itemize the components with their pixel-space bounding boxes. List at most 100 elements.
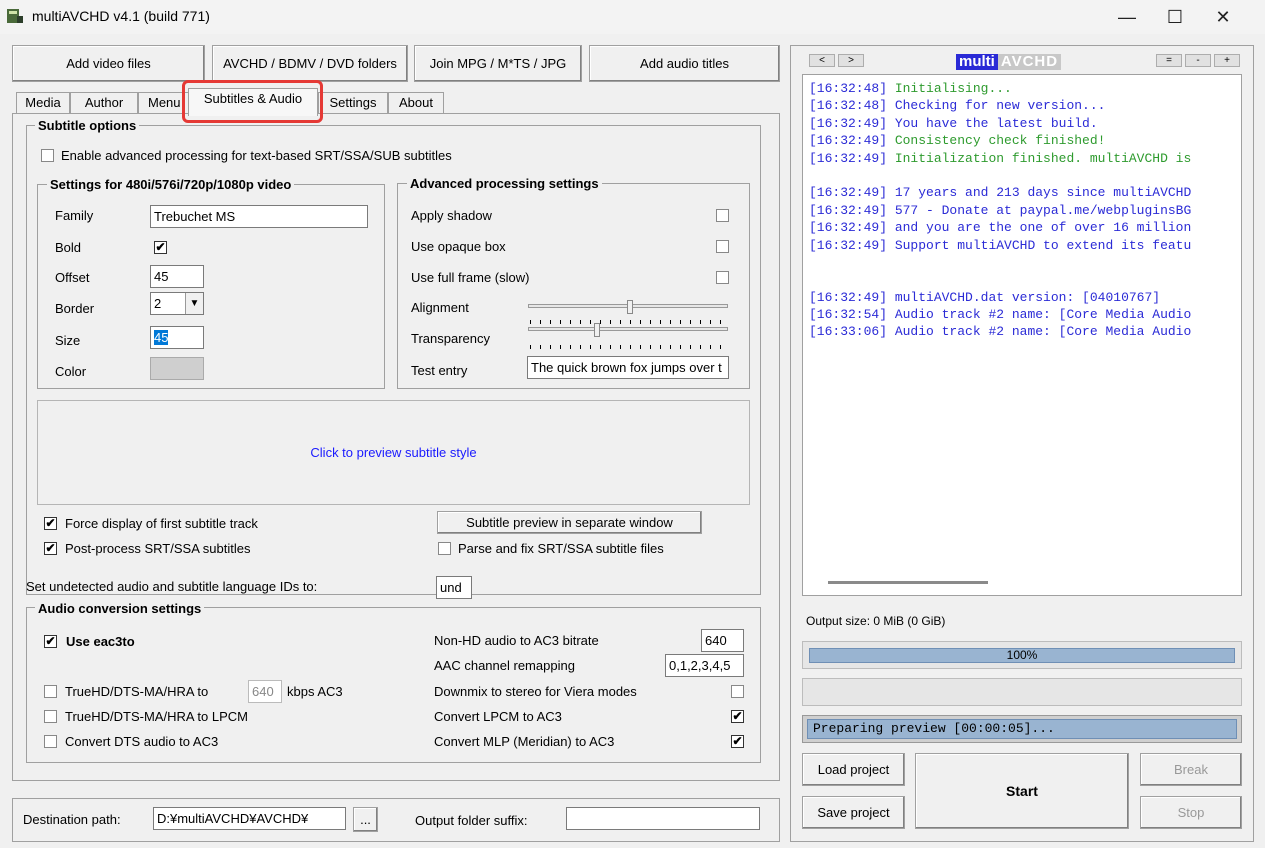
destination-path-label: Destination path: xyxy=(23,812,121,827)
log-timestamp: [16:32:49] xyxy=(809,220,895,236)
bold-checkbox[interactable]: ✔ xyxy=(154,241,167,254)
apply-shadow-label: Apply shadow xyxy=(411,208,492,223)
parse-fix-label: Parse and fix SRT/SSA subtitle files xyxy=(458,541,664,556)
log-textbox[interactable]: [16:32:48] Initialising... [16:32:48] Che… xyxy=(802,74,1242,596)
truehd-ac3-checkbox[interactable] xyxy=(44,685,57,698)
aac-remapping-input[interactable]: 0,1,2,3,4,5 xyxy=(665,654,744,677)
log-size-minus-button[interactable]: - xyxy=(1185,54,1211,67)
kbps-ac3-label: kbps AC3 xyxy=(287,684,343,699)
status-box: Preparing preview [00:00:05]... xyxy=(802,715,1242,743)
offset-input[interactable]: 45 xyxy=(150,265,204,288)
truehd-lpcm-checkbox[interactable] xyxy=(44,710,57,723)
log-next-button[interactable]: > xyxy=(838,54,864,67)
dts-ac3-checkbox[interactable] xyxy=(44,735,57,748)
mlp-ac3-label: Convert MLP (Meridian) to AC3 xyxy=(434,734,615,749)
lpcm-ac3-checkbox[interactable]: ✔ xyxy=(731,710,744,723)
avchd-folders-button[interactable]: AVCHD / BDMV / DVD folders xyxy=(212,45,408,82)
tab-author[interactable]: Author xyxy=(70,92,138,114)
border-label: Border xyxy=(55,301,95,316)
aac-remapping-label: AAC channel remapping xyxy=(434,658,575,673)
parse-fix-checkbox[interactable] xyxy=(438,542,451,555)
add-video-files-button[interactable]: Add video files xyxy=(12,45,205,82)
log-timestamp: [16:33:06] xyxy=(809,324,895,340)
offset-label: Offset xyxy=(55,270,90,285)
opaque-box-label: Use opaque box xyxy=(411,239,506,254)
log-timestamp: [16:32:49] xyxy=(809,237,895,253)
downmix-label: Downmix to stereo for Viera modes xyxy=(434,684,637,699)
language-ids-input[interactable]: und xyxy=(436,576,472,599)
maximize-button[interactable]: ☐ xyxy=(1152,0,1198,34)
mlp-ac3-checkbox[interactable]: ✔ xyxy=(731,735,744,748)
truehd-ac3-bitrate-input[interactable]: 640 xyxy=(248,680,282,703)
post-process-checkbox[interactable]: ✔ xyxy=(44,542,57,555)
alignment-ticks xyxy=(530,320,730,324)
force-display-checkbox[interactable]: ✔ xyxy=(44,517,57,530)
transparency-slider[interactable] xyxy=(528,327,728,331)
subtitle-preview-area[interactable]: Click to preview subtitle style xyxy=(37,400,750,505)
log-message: Support multiAVCHD to extend its featu xyxy=(894,237,1192,253)
language-ids-label: Set undetected audio and subtitle langua… xyxy=(26,579,318,594)
log-message: Checking for new version... xyxy=(894,98,1106,114)
log-line: [16:32:49] multiAVCHD.dat version: [0401… xyxy=(809,290,1235,307)
tab-settings[interactable]: Settings xyxy=(318,92,388,114)
log-line: [16:32:49] Support multiAVCHD to extend … xyxy=(809,238,1235,255)
opaque-box-checkbox[interactable] xyxy=(716,240,729,253)
stop-button[interactable]: Stop xyxy=(1140,796,1242,829)
join-files-button[interactable]: Join MPG / M*TS / JPG xyxy=(414,45,582,82)
log-prev-button[interactable]: < xyxy=(809,54,835,67)
log-timestamp: [16:32:48] xyxy=(809,81,895,96)
browse-button[interactable]: ... xyxy=(353,807,378,832)
log-line: [16:32:49] You have the latest build. xyxy=(809,116,1235,133)
chevron-down-icon[interactable]: ▼ xyxy=(185,293,203,314)
tab-media[interactable]: Media xyxy=(16,92,70,114)
log-scrollbar-thumb[interactable] xyxy=(828,581,988,584)
log-size-eq-button[interactable]: = xyxy=(1156,54,1182,67)
transparency-slider-thumb[interactable] xyxy=(594,323,600,337)
alignment-slider-thumb[interactable] xyxy=(627,300,633,314)
tab-about[interactable]: About xyxy=(388,92,444,114)
log-timestamp: [16:32:49] xyxy=(809,185,895,201)
use-eac3to-checkbox[interactable]: ✔ xyxy=(44,635,57,648)
close-button[interactable]: ✕ xyxy=(1200,0,1246,34)
use-eac3to-label: Use eac3to xyxy=(66,634,135,649)
break-button[interactable]: Break xyxy=(1140,753,1242,786)
log-line: [16:33:06] Audio track #2 name: [Core Me… xyxy=(809,324,1235,341)
size-input[interactable]: 45 xyxy=(150,326,204,349)
log-line: [16:32:54] Audio track #2 name: [Core Me… xyxy=(809,307,1235,324)
size-label: Size xyxy=(55,333,81,348)
add-audio-titles-button[interactable]: Add audio titles xyxy=(589,45,780,82)
log-line: [16:32:49] Initialization finished. mult… xyxy=(809,151,1235,168)
minimize-button[interactable]: — xyxy=(1104,0,1150,34)
title-bar: multiAVCHD v4.1 (build 771) — ☐ ✕ xyxy=(0,0,1265,34)
apply-shadow-checkbox[interactable] xyxy=(716,209,729,222)
full-frame-checkbox[interactable] xyxy=(716,271,729,284)
transparency-label: Transparency xyxy=(411,331,490,346)
enable-advanced-label: Enable advanced processing for text-base… xyxy=(61,148,452,163)
log-message: Consistency check finished! xyxy=(894,133,1106,149)
downmix-checkbox[interactable] xyxy=(731,685,744,698)
log-line: [16:32:49] 577 - Donate at paypal.me/web… xyxy=(809,203,1235,220)
size-input-value: 45 xyxy=(154,330,169,345)
load-project-button[interactable]: Load project xyxy=(802,753,905,786)
log-timestamp: [16:32:49] xyxy=(809,115,895,131)
enable-advanced-checkbox[interactable] xyxy=(41,149,54,162)
nonhd-bitrate-label: Non-HD audio to AC3 bitrate xyxy=(434,633,599,648)
color-swatch[interactable] xyxy=(150,357,204,380)
log-message: Initialising... xyxy=(894,81,1012,96)
subtitle-preview-window-button[interactable]: Subtitle preview in separate window xyxy=(437,511,702,534)
output-suffix-label: Output folder suffix: xyxy=(415,813,528,828)
window-title: multiAVCHD v4.1 (build 771) xyxy=(32,8,210,24)
test-entry-input[interactable]: The quick brown fox jumps over t xyxy=(527,356,729,379)
log-message: 577 - Donate at paypal.me/webpluginsBG xyxy=(894,202,1192,218)
border-select[interactable]: 2 ▼ xyxy=(150,292,204,315)
family-input[interactable]: Trebuchet MS xyxy=(150,205,368,228)
nonhd-bitrate-input[interactable]: 640 xyxy=(701,629,744,652)
start-button[interactable]: Start xyxy=(915,753,1129,829)
save-project-button[interactable]: Save project xyxy=(802,796,905,829)
log-size-plus-button[interactable]: + xyxy=(1214,54,1240,67)
multiavchd-logo: multi AVCHD xyxy=(956,54,1096,70)
output-suffix-input[interactable] xyxy=(566,807,760,830)
destination-path-input[interactable]: D:¥multiAVCHD¥AVCHD¥ xyxy=(153,807,346,830)
